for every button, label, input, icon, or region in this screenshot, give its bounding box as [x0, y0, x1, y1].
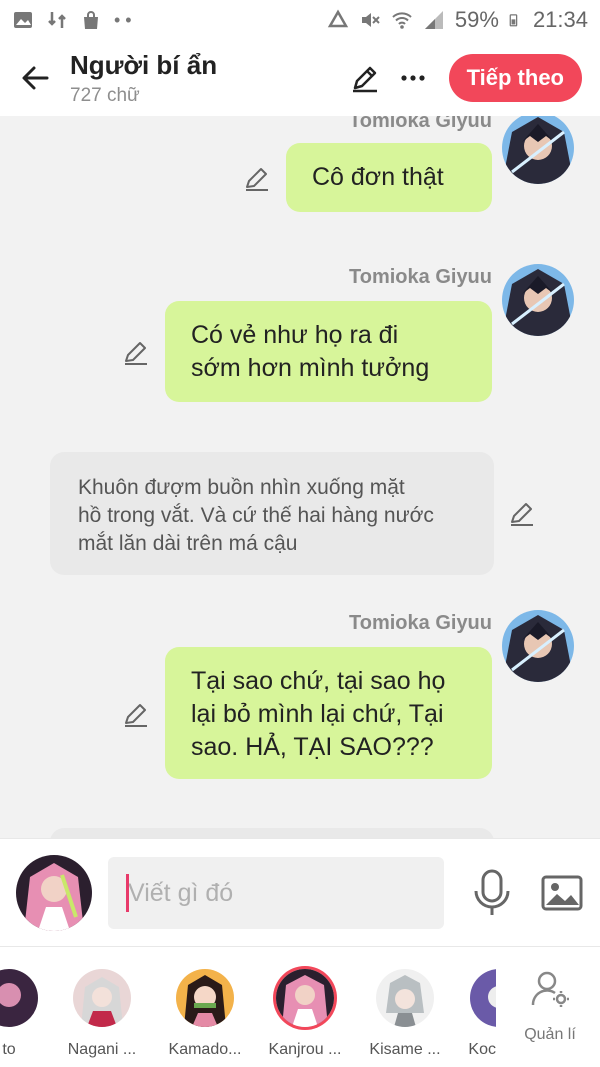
word-count: 727 chữ: [70, 84, 140, 106]
wifi-icon: [392, 12, 412, 29]
avatar[interactable]: [502, 610, 574, 682]
edit-title-button[interactable]: [343, 56, 387, 100]
character-avatar-icon: [0, 969, 38, 1027]
character-item[interactable]: Kamado...: [160, 969, 250, 1059]
my-message-bubble[interactable]: Tại sao chứ, tại sao họ lại bỏ mình lại …: [165, 647, 492, 779]
message-line: sớm hơn mình tưởng: [191, 354, 430, 382]
character-name: to: [2, 1041, 16, 1058]
character-item[interactable]: Koc: [440, 969, 496, 1059]
character-item[interactable]: Nagani ...: [57, 969, 147, 1059]
back-arrow-icon: [22, 66, 49, 90]
character-item[interactable]: to: [0, 969, 54, 1059]
my-message-bubble[interactable]: Cô đơn thật: [286, 143, 492, 212]
character-avatar: [376, 969, 434, 1027]
shopping-bag-icon: [84, 11, 98, 29]
mute-icon: [361, 13, 380, 27]
back-button[interactable]: [0, 40, 70, 116]
character-avatar-icon: [376, 969, 434, 1027]
character-avatar: [0, 969, 38, 1027]
edit-message-icon[interactable]: [122, 338, 150, 366]
narration-line: Khuôn đượm buồn nhìn xuống mặt: [78, 476, 405, 499]
user-settings-icon: [531, 971, 569, 1007]
message-line: Cô đơn thật: [312, 163, 444, 191]
avatar[interactable]: [502, 264, 574, 336]
narration-bubble-partial[interactable]: [50, 828, 494, 838]
character-name: Kanjrou ...: [268, 1041, 342, 1058]
data-transfer-icon: [48, 12, 66, 28]
manage-label: Quản lí: [524, 1026, 576, 1043]
character-name: Kamado...: [168, 1041, 242, 1058]
chat-header: Người bí ẩn 727 chữ Tiếp theo: [0, 40, 600, 116]
narration-line: hồ trong vắt. Và cứ thế hai hàng nước: [78, 504, 434, 527]
edit-message-icon[interactable]: [243, 164, 271, 192]
manage-characters-button[interactable]: Quản lí: [512, 969, 588, 1044]
character-avatar: [176, 969, 234, 1027]
edit-message-icon[interactable]: [508, 499, 536, 527]
character-item[interactable]: Kisame ...: [360, 969, 450, 1059]
text-cursor: [126, 874, 129, 912]
message-line: Có vẻ như họ ra đi: [191, 321, 399, 349]
sender-name: Tomioka Giyuu: [349, 612, 492, 634]
character-avatar: [73, 969, 131, 1027]
more-options-button[interactable]: [391, 56, 435, 100]
narration-line: mắt lăn dài trên má cậu: [78, 532, 298, 555]
character-item-selected[interactable]: Kanjrou ...: [260, 969, 350, 1059]
microphone-icon[interactable]: [470, 869, 514, 917]
gallery-icon: [14, 12, 32, 28]
next-button[interactable]: Tiếp theo: [448, 54, 582, 102]
chat-area[interactable]: Tomioka Giyuu Cô đơn thật Tomioka Giyuu …: [0, 116, 600, 838]
character-avatar-icon: [176, 969, 234, 1027]
character-avatar-icon: [502, 264, 574, 336]
character-name: Koc: [468, 1041, 496, 1058]
character-bar: to Nagani ... Kamado... Kanjrou ... Kisa…: [0, 946, 600, 1067]
narration-bubble[interactable]: Khuôn đượm buồn nhìn xuống mặt hồ trong …: [50, 452, 494, 575]
my-message-bubble[interactable]: Có vẻ như họ ra đi sớm hơn mình tưởng: [165, 301, 492, 402]
more-notifications-icon: • •: [114, 9, 132, 30]
message-composer: [0, 838, 600, 946]
character-avatar-icon: [502, 610, 574, 682]
message-line: lại bỏ mình lại chứ, Tại: [191, 700, 444, 728]
recycle-icon: [327, 9, 349, 28]
character-avatar-icon: [470, 969, 496, 1027]
battery-icon: [509, 14, 518, 27]
message-line: sao. HẢ, TẠI SAO???: [191, 733, 434, 761]
story-title: Người bí ẩn: [70, 49, 218, 80]
character-avatar-icon: [276, 969, 334, 1027]
sender-name: Tomioka Giyuu: [349, 266, 492, 288]
character-avatar: [276, 969, 334, 1027]
character-name: Kisame ...: [369, 1041, 441, 1058]
message-input[interactable]: [108, 857, 444, 929]
current-character-avatar[interactable]: [16, 855, 92, 931]
sender-name: Tomioka Giyuu: [349, 116, 492, 132]
character-name: Nagani ...: [67, 1041, 137, 1058]
pencil-icon: [352, 66, 377, 93]
status-bar: • • 59% 21:34: [0, 0, 600, 40]
signal-icon: [424, 11, 443, 29]
edit-message-icon[interactable]: [122, 700, 150, 728]
image-icon[interactable]: [540, 871, 584, 915]
message-line: Tại sao chứ, tại sao họ: [191, 667, 446, 695]
character-avatar: [470, 969, 496, 1027]
battery-percent: 59%: [454, 7, 499, 32]
character-avatar-icon: [502, 116, 574, 184]
character-avatar-icon: [16, 855, 92, 931]
character-avatar-icon: [73, 969, 131, 1027]
avatar[interactable]: [502, 116, 574, 184]
clock: 21:34: [532, 7, 588, 32]
more-dots-icon: [401, 75, 425, 81]
